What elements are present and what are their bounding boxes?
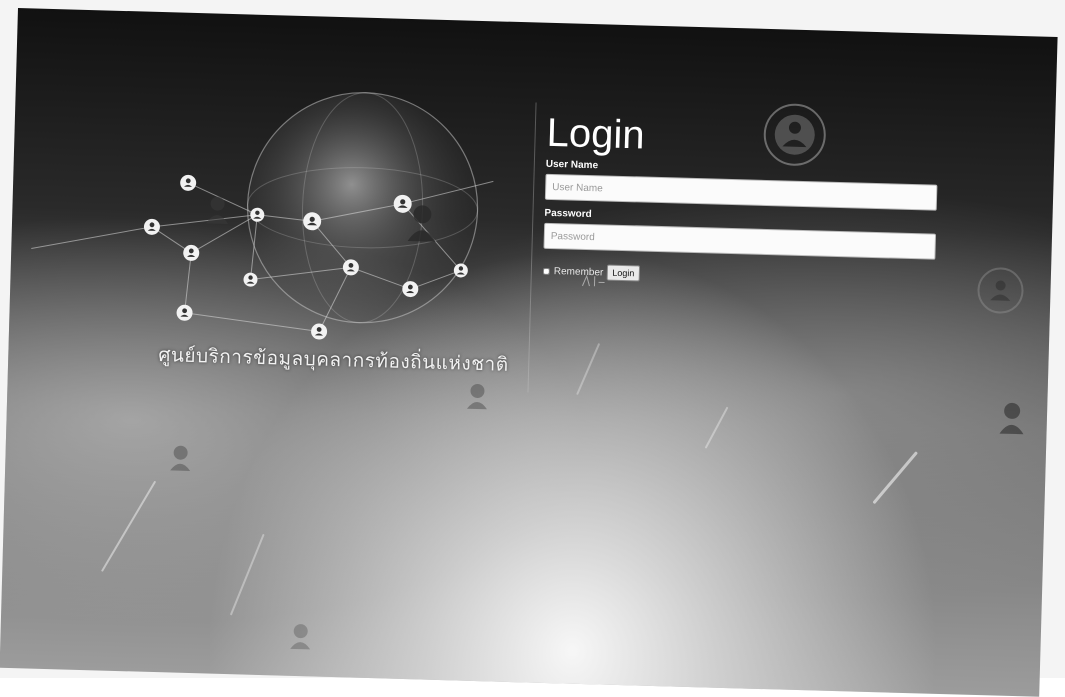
username-input[interactable] xyxy=(544,173,938,211)
user-node-icon xyxy=(176,304,193,321)
login-screen: ศูนย์บริการข้อมูลบุคลากรท้องถิ่นแห่งชาติ… xyxy=(0,8,1058,697)
faded-user-badge-icon xyxy=(977,267,1024,314)
globe xyxy=(246,92,479,324)
user-node-icon xyxy=(143,218,160,235)
faded-user-silhouette-icon xyxy=(999,402,1024,435)
user-node-icon xyxy=(243,272,258,287)
user-node-icon xyxy=(311,323,328,340)
user-node-icon xyxy=(183,244,200,261)
password-input[interactable] xyxy=(543,222,937,260)
faded-user-silhouette-icon xyxy=(466,383,487,410)
pen-mark xyxy=(582,274,605,287)
faded-user-silhouette-icon xyxy=(170,445,191,471)
photo-background: ศูนย์บริการข้อมูลบุคลากรท้องถิ่นแห่งชาติ… xyxy=(0,0,1065,697)
faded-user-silhouette-icon xyxy=(290,624,311,650)
user-node-icon xyxy=(180,174,197,191)
login-form: Login User Name Password Remember Login xyxy=(542,111,948,290)
remember-checkbox[interactable] xyxy=(542,267,550,275)
